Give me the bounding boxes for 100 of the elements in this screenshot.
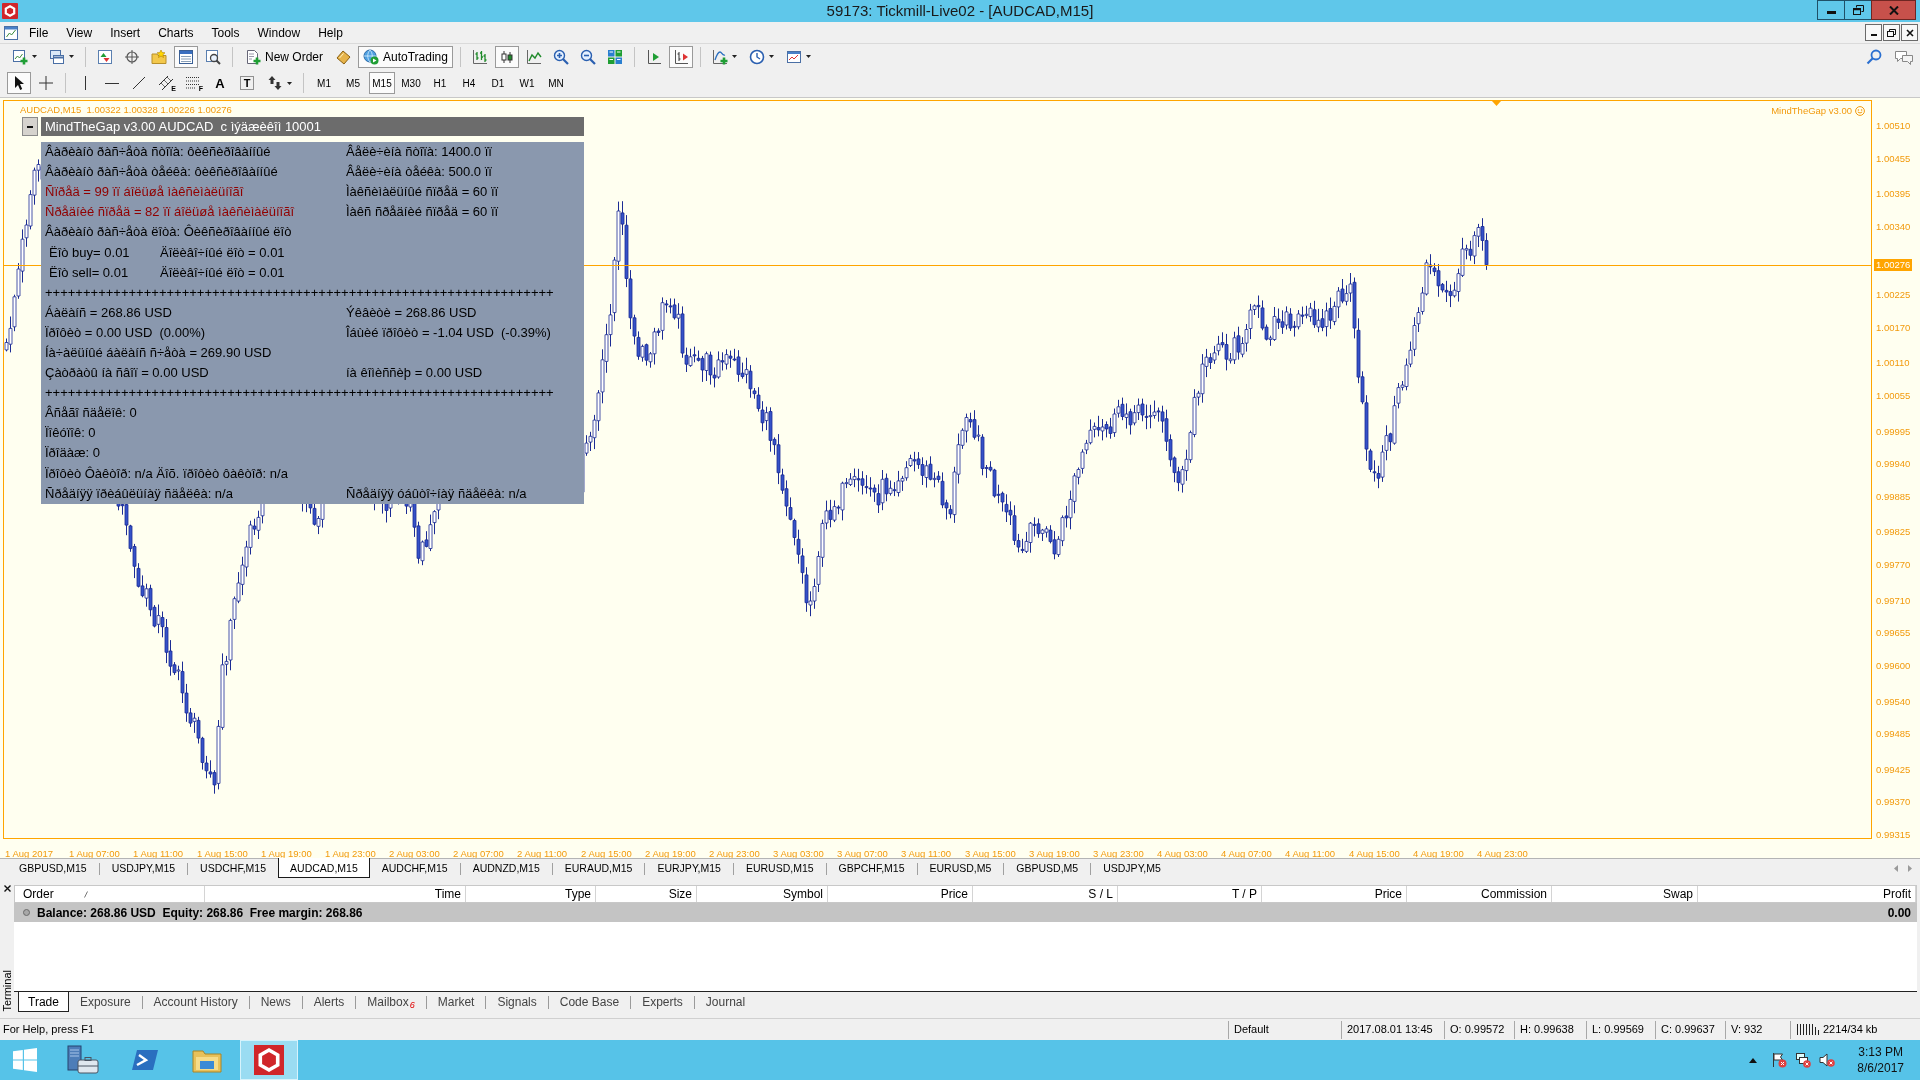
- column-header[interactable]: Price: [1374, 886, 1402, 902]
- terminal-tab[interactable]: Alerts: [302, 992, 356, 1012]
- chart-shift-button[interactable]: [668, 45, 693, 68]
- horizontal-line-icon: [105, 81, 119, 85]
- chart-tab[interactable]: AUDNZD,M15: [460, 859, 552, 878]
- menu-item[interactable]: Help: [309, 22, 352, 43]
- column-header[interactable]: Type: [565, 886, 591, 902]
- new-chart-icon: [11, 48, 28, 65]
- candlestick-button[interactable]: [494, 45, 519, 68]
- minimize-button[interactable]: [1865, 24, 1882, 41]
- timeframe-button[interactable]: H1: [427, 72, 453, 94]
- text-button[interactable]: A: [208, 72, 232, 94]
- terminal-tab[interactable]: Market: [426, 992, 486, 1012]
- close-icon[interactable]: [3, 885, 11, 892]
- close-button[interactable]: [1901, 24, 1918, 41]
- pointer-button[interactable]: [7, 72, 31, 94]
- chat-icon[interactable]: [1894, 48, 1914, 65]
- timeframe-button[interactable]: H4: [456, 72, 482, 94]
- chart-tab[interactable]: USDJPY,M5: [1091, 859, 1173, 878]
- chart-tab[interactable]: USDJPY,M15: [99, 859, 188, 878]
- menu-item[interactable]: File: [20, 22, 58, 43]
- panel-text: Ïðîôèò = 0.00 USD (0.00%): [45, 324, 206, 340]
- chart-tab[interactable]: AUDCHF,M15: [369, 859, 460, 878]
- menu-item[interactable]: Insert: [101, 22, 150, 43]
- panel-text: Áàëàíñ = 268.86 USD: [45, 304, 172, 320]
- terminal-button[interactable]: [174, 45, 198, 68]
- column-header[interactable]: Swap: [1662, 886, 1693, 902]
- price-label: 0.99485: [1876, 728, 1911, 741]
- timeframe-button[interactable]: D1: [485, 72, 511, 94]
- windows-icon: [48, 48, 65, 65]
- autotrading-button[interactable]: AutoTrading: [358, 45, 453, 68]
- column-header[interactable]: Size: [668, 886, 692, 902]
- column-header[interactable]: S / L: [1088, 886, 1113, 902]
- minimize-icon: [1870, 34, 1877, 36]
- clock-date: 8/6/2017: [1857, 1060, 1904, 1076]
- window-title: 59173: Tickmill-Live02 - [AUDCAD,M15]: [826, 1, 1094, 21]
- chart-tab[interactable]: EURUSD,M5: [917, 859, 1004, 878]
- chart-tab[interactable]: GBPUSD,M5: [1004, 859, 1091, 878]
- speaker-muted-icon[interactable]: [1819, 1052, 1836, 1068]
- menu-item[interactable]: Window: [248, 22, 310, 43]
- timeframe-button[interactable]: M5: [340, 72, 366, 94]
- menu-item[interactable]: Tools: [202, 22, 249, 43]
- current-price-label: 1.00276: [1874, 258, 1913, 271]
- terminal-tab[interactable]: Signals: [486, 992, 548, 1012]
- minimize-button[interactable]: [1817, 0, 1844, 20]
- timeframe-button[interactable]: W1: [514, 72, 540, 94]
- column-header[interactable]: Order: [23, 886, 54, 902]
- timeframe-button[interactable]: M30: [398, 72, 424, 94]
- globe-play-icon: [363, 48, 379, 65]
- panel-text: Ëîò buy= 0.01: [49, 244, 130, 260]
- chart-tab[interactable]: EURJPY,M15: [645, 859, 733, 878]
- chart-tab[interactable]: AUDCAD,M15: [278, 858, 370, 878]
- chart-tab[interactable]: GBPCHF,M15: [826, 859, 917, 878]
- price-label: 0.99770: [1876, 559, 1911, 572]
- traffic-text: 2214/34 kb: [1823, 1022, 1878, 1038]
- help-text: For Help, press F1: [3, 1023, 95, 1036]
- restore-button[interactable]: [1844, 0, 1871, 20]
- panel-text: Âàðèàíò ðàñ÷åòà ëîòà: Ôèêñèðîâàííûé ëîò: [45, 223, 292, 242]
- price-label: 0.99825: [1876, 526, 1911, 539]
- chart-tab[interactable]: EURAUD,M15: [552, 859, 645, 878]
- search-icon[interactable]: [1866, 48, 1882, 65]
- caret-up-icon[interactable]: [1749, 1057, 1758, 1063]
- chart-tab[interactable]: GBPUSD,M15: [7, 859, 99, 878]
- panel-title: Terminal: [1, 970, 13, 1012]
- text-label-button[interactable]: T: [235, 72, 259, 94]
- restore-button[interactable]: [1883, 24, 1900, 41]
- book-icon: [335, 48, 351, 65]
- menu-item[interactable]: Charts: [149, 22, 203, 43]
- flag-icon[interactable]: [1771, 1052, 1788, 1068]
- column-header[interactable]: Price: [940, 886, 968, 902]
- terminal-tab[interactable]: Exposure: [68, 992, 142, 1012]
- column-header[interactable]: Profit: [1883, 886, 1911, 902]
- network-icon[interactable]: [1795, 1052, 1812, 1068]
- collapse-button[interactable]: [22, 117, 38, 136]
- terminal-tab[interactable]: Trade: [18, 992, 69, 1012]
- new-order-button[interactable]: New Order: [240, 45, 328, 68]
- terminal-tab[interactable]: Journal: [694, 992, 757, 1012]
- terminal-tab[interactable]: Experts: [631, 992, 694, 1012]
- taskbar-button[interactable]: [240, 1040, 298, 1080]
- timeframe-button[interactable]: M15: [369, 72, 395, 94]
- chart-tab[interactable]: USDCHF,M15: [188, 859, 279, 878]
- divider-text: +++++++++++++++++++++++++++++++++++++++++++++++++++++++++++++++++++: [45, 384, 554, 403]
- terminal-tab[interactable]: News: [249, 992, 302, 1012]
- menu-item[interactable]: View: [57, 22, 102, 43]
- panel-title: MindTheGap v3.00 AUDCAD c ìýäæèêîì 10001: [45, 118, 322, 136]
- column-header[interactable]: Commission: [1481, 886, 1547, 902]
- balance-summary: Balance: 268.86 USD Equity: 268.86 Free margin: 268.86: [37, 904, 363, 922]
- column-header[interactable]: Time: [434, 886, 461, 902]
- terminal-tab[interactable]: Account History: [142, 992, 249, 1012]
- status-dot-icon: [23, 909, 30, 916]
- restore-icon: [1887, 28, 1896, 37]
- timeframe-button[interactable]: M1: [311, 72, 337, 94]
- column-header[interactable]: Symbol: [783, 886, 823, 902]
- market-watch-icon: [97, 48, 113, 65]
- column-header[interactable]: T / P: [1231, 886, 1257, 902]
- profit-total: 0.00: [1887, 904, 1912, 922]
- app-logo-icon: [2, 3, 18, 19]
- terminal-tab[interactable]: Code Base: [548, 992, 631, 1012]
- chart-tab[interactable]: EURUSD,M15: [733, 859, 826, 878]
- timeframe-button[interactable]: MN: [543, 72, 569, 94]
